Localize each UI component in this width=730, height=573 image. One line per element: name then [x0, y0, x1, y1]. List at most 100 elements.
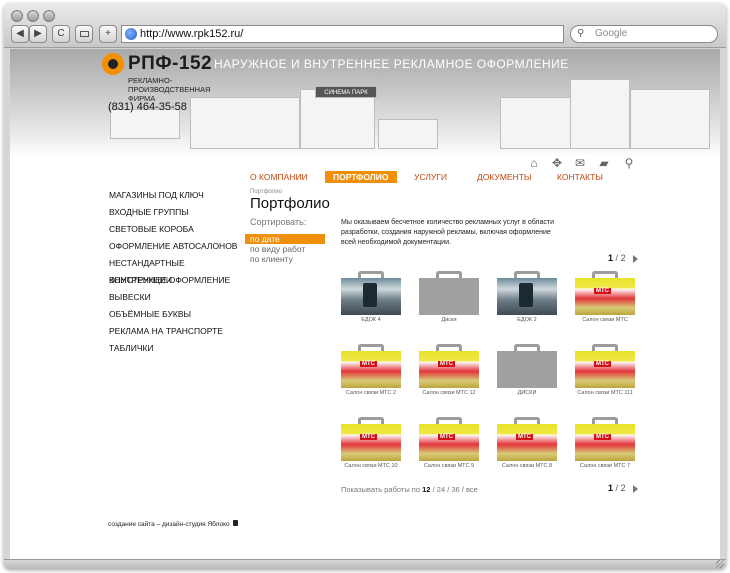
per-page-separator: / [461, 485, 464, 494]
portfolio-caption[interactable]: Салон связи МТС 8 [497, 463, 557, 469]
mail-icon[interactable]: ✉ [574, 157, 586, 169]
portfolio-caption[interactable]: Салон связи МТС 12 [419, 390, 479, 396]
portfolio-thumbnail[interactable] [341, 417, 401, 461]
page-viewport: СИНЕМА ПАРК РПФ-152 РЕКЛАМНО-ПРОИЗВОДСТВ… [10, 49, 720, 559]
search-placeholder: Google [595, 28, 628, 39]
sort-by-type[interactable]: по виду работ [245, 244, 325, 254]
portfolio-item[interactable]: Салон связи МТС 10 [341, 417, 401, 469]
portfolio-thumbnail[interactable] [419, 417, 479, 461]
portfolio-thumbnail[interactable] [497, 271, 557, 315]
portfolio-caption[interactable]: ЕДОК 2 [497, 317, 557, 323]
portfolio-item[interactable]: ДИСКИ [497, 344, 557, 396]
portfolio-thumbnail[interactable] [497, 344, 557, 388]
sort-by-client[interactable]: по клиенту [245, 254, 325, 264]
reload-button[interactable]: C [52, 25, 70, 43]
pager-page[interactable]: 2 [621, 483, 626, 493]
url-text: http://www.rpk152.ru/ [140, 28, 244, 40]
portfolio-caption[interactable]: Салон связи МТС 9 [419, 463, 479, 469]
portfolio-item[interactable]: Салон связи МТС 7 [575, 417, 635, 469]
nav-item-documents[interactable]: ДОКУМЕНТЫ [477, 172, 531, 182]
screenshot-button[interactable] [75, 25, 93, 43]
chat-icon[interactable]: ▰ [598, 157, 610, 169]
zoom-window-icon[interactable] [43, 10, 55, 22]
resize-grip-icon[interactable] [716, 560, 724, 568]
menu-item[interactable]: ВХОДНЫЕ ГРУППЫ [109, 204, 249, 221]
logo-text[interactable]: РПФ-152 [128, 53, 212, 75]
portfolio-item[interactable]: Салон связи МТС 8 [497, 417, 557, 469]
portfolio-item[interactable]: Салон связи МТС 2 [341, 344, 401, 396]
portfolio-item[interactable]: Диски [419, 271, 479, 323]
pager-current[interactable]: 1 [608, 253, 613, 263]
portfolio-item[interactable]: Салон связи МТС 111 [575, 344, 635, 396]
portfolio-thumbnail[interactable] [419, 344, 479, 388]
menu-item[interactable]: ВЫВЕСКИ [109, 289, 249, 306]
pager-separator: / [615, 253, 619, 263]
portfolio-thumbnail[interactable] [419, 271, 479, 315]
add-bookmark-button[interactable]: + [99, 25, 117, 43]
pager-page[interactable]: 2 [621, 253, 626, 263]
sitemap-icon[interactable]: ✥ [551, 157, 563, 169]
items-per-page: Показывать работы по 12 / 24 / 36 / все [341, 485, 478, 494]
next-page-icon[interactable] [633, 254, 639, 263]
menu-item[interactable]: ВНУТРЕННЕЕ ОФОРМЛЕНИЕ [109, 272, 249, 289]
nav-item-about[interactable]: О КОМПАНИИ [250, 172, 308, 182]
portfolio-item[interactable]: ЕДОК 4 [341, 271, 401, 323]
menu-item[interactable]: НЕСТАНДАРТНЫЕ КОНСТРУКЦИИ [109, 255, 249, 285]
portfolio-thumbnail[interactable] [575, 344, 635, 388]
browser-window: ◀ ▶ C + http://www.rpk152.ru/ ⚲ Google С… [4, 4, 726, 569]
close-window-icon[interactable] [11, 10, 23, 22]
portfolio-caption[interactable]: ЕДОК 4 [341, 317, 401, 323]
building-sign: СИНЕМА ПАРК [315, 86, 377, 98]
pager-current[interactable]: 1 [608, 483, 613, 493]
menu-item[interactable]: МАГАЗИНЫ ПОД КЛЮЧ [109, 187, 249, 204]
menu-item[interactable]: ОБЪЁМНЫЕ БУКВЫ [109, 306, 249, 323]
per-page-option[interactable]: 12 [422, 485, 430, 494]
portfolio-caption[interactable]: Салон связи МТС 111 [575, 390, 635, 396]
logo-icon[interactable] [102, 53, 124, 75]
portfolio-item[interactable]: ЕДОК 2 [497, 271, 557, 323]
nav-item-services[interactable]: УСЛУГИ [414, 172, 447, 182]
phone-number: (831) 464-35-58 [108, 101, 187, 113]
menu-item[interactable]: ТАБЛИЧКИ [109, 340, 249, 357]
nav-item-contacts[interactable]: КОНТАКТЫ [557, 172, 603, 182]
portfolio-caption[interactable]: Диски [419, 317, 479, 323]
camera-icon [79, 31, 89, 37]
portfolio-thumbnail[interactable] [575, 271, 635, 315]
portfolio-caption[interactable]: Салон связи МТС 10 [341, 463, 401, 469]
per-page-option[interactable]: все [466, 485, 478, 494]
portfolio-thumbnail[interactable] [341, 344, 401, 388]
per-page-option[interactable]: 36 [451, 485, 459, 494]
portfolio-item[interactable]: Салон связи МТС 9 [419, 417, 479, 469]
menu-item[interactable]: ОФОРМЛЕНИЕ АВТОСАЛОНОВ [109, 238, 249, 255]
browser-toolbar: ◀ ▶ C + http://www.rpk152.ru/ ⚲ Google [4, 4, 726, 48]
intro-text: Мы оказываем бесчетное количество реклам… [341, 219, 555, 246]
portfolio-thumbnail[interactable] [575, 417, 635, 461]
sort-by-date[interactable]: по дате [245, 234, 325, 244]
building-illustration [378, 119, 438, 149]
portfolio-caption[interactable]: Салон связи МТС 2 [341, 390, 401, 396]
next-page-icon[interactable] [633, 484, 639, 493]
building-illustration [190, 97, 300, 149]
back-button[interactable]: ◀ [11, 25, 29, 43]
status-bar [4, 559, 726, 569]
portfolio-caption[interactable]: ДИСКИ [497, 390, 557, 396]
per-page-option[interactable]: 24 [437, 485, 445, 494]
footer-credit[interactable]: создание сайта – дизайн-студия Яблоко [108, 521, 230, 528]
portfolio-caption[interactable]: Салон связи МТС 7 [575, 463, 635, 469]
portfolio-thumbnail[interactable] [341, 271, 401, 315]
search-icon[interactable]: ⚲ [623, 157, 635, 169]
menu-item[interactable]: СВЕТОВЫЕ КОРОБА [109, 221, 249, 238]
menu-item[interactable]: РЕКЛАМА НА ТРАНСПОРТЕ [109, 323, 249, 340]
nav-item-portfolio[interactable]: ПОРТФОЛИО [325, 171, 397, 183]
portfolio-item[interactable]: Салон связи МТС 12 [419, 344, 479, 396]
search-field[interactable]: ⚲ Google [570, 25, 718, 43]
per-page-separator: / [432, 485, 435, 494]
portfolio-thumbnail[interactable] [497, 417, 557, 461]
home-icon[interactable]: ⌂ [528, 157, 540, 169]
minimize-window-icon[interactable] [27, 10, 39, 22]
address-bar[interactable]: http://www.rpk152.ru/ [121, 25, 564, 43]
portfolio-item[interactable]: Салон связи МТС [575, 271, 635, 323]
sort-label: Сортировать: [250, 217, 307, 227]
forward-button[interactable]: ▶ [29, 25, 47, 43]
portfolio-caption[interactable]: Салон связи МТС [575, 317, 635, 323]
